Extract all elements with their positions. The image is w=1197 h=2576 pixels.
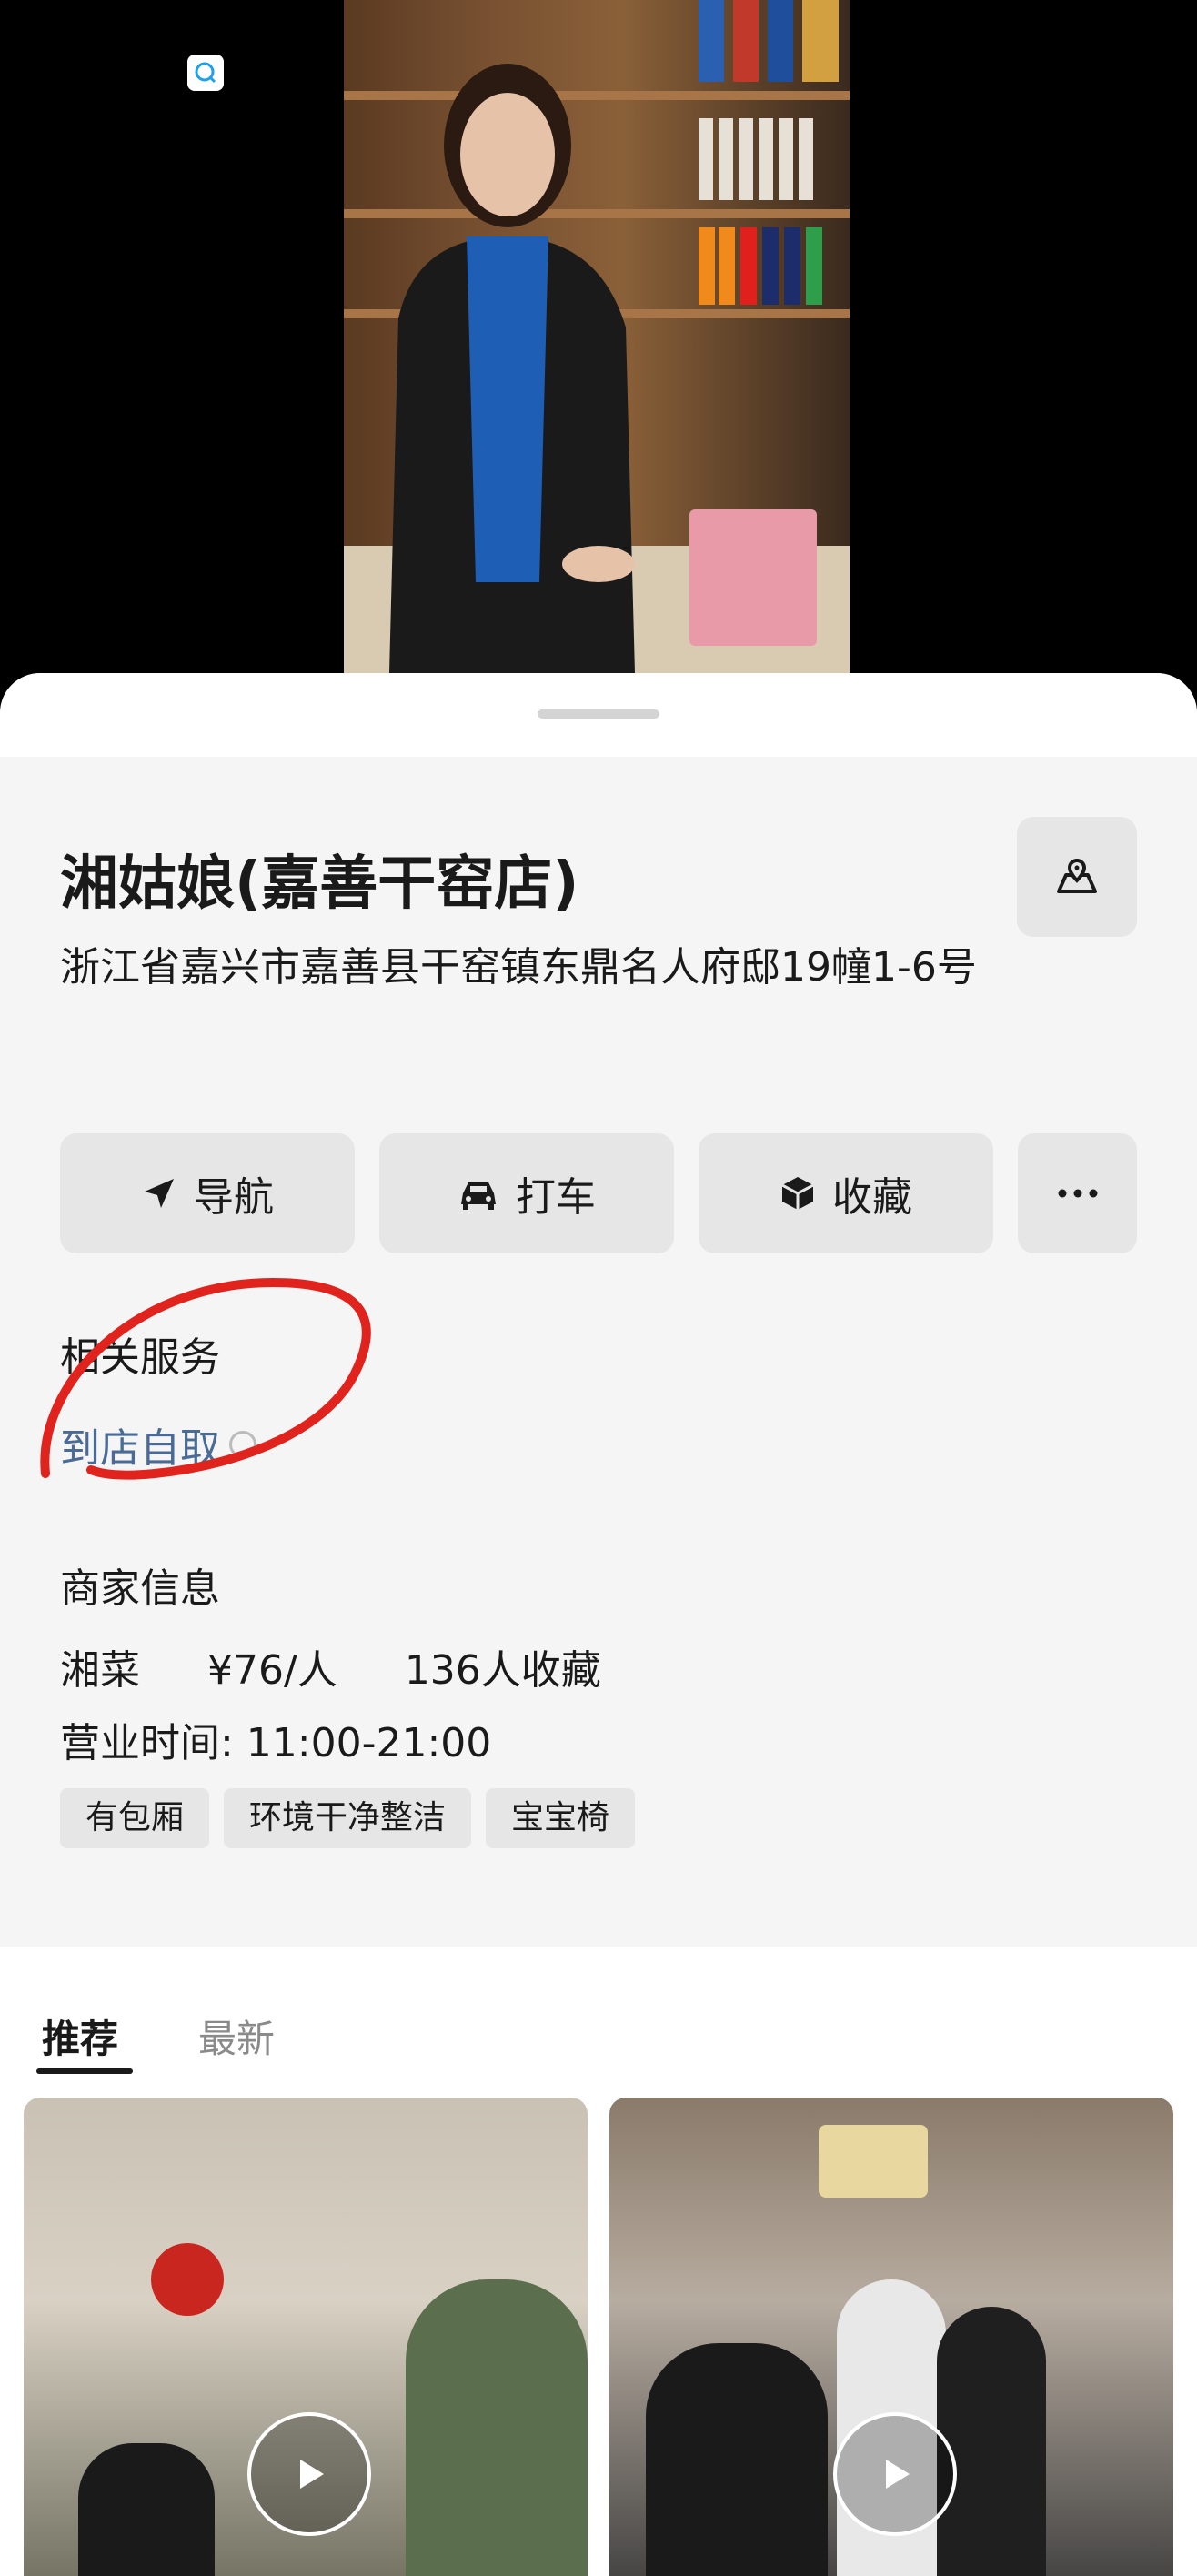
feature-tags: 有包厢 环境干净整洁 宝宝椅	[60, 1788, 636, 1848]
pickup-service-link[interactable]: 到店自取	[60, 1415, 256, 1474]
box-icon	[781, 1177, 814, 1210]
related-services-heading: 相关服务	[60, 1334, 220, 1381]
taxi-label: 打车	[516, 1174, 596, 1221]
favorite-label: 收藏	[832, 1174, 912, 1221]
car-icon	[461, 1182, 496, 1210]
store-detail-sheet: 湘姑娘(嘉善干窑店) 浙江省嘉兴市嘉善县干窑镇东鼎名人府邸19幢1-6号 导航 …	[0, 673, 1197, 2576]
taxi-button[interactable]: 打车	[379, 1133, 674, 1253]
more-button[interactable]	[1018, 1133, 1137, 1253]
tab-latest[interactable]: 最新	[198, 2008, 275, 2064]
video-card[interactable]	[24, 2098, 588, 2576]
business-hours: 营业时间: 11:00-21:00	[60, 1720, 492, 1766]
red-annotation-mark	[40, 1277, 371, 1480]
more-icon	[1058, 1189, 1097, 1198]
person-figure	[389, 64, 635, 673]
sheet-header[interactable]	[0, 673, 1197, 757]
cuisine: 湘菜	[60, 1647, 140, 1694]
action-bar: 导航 打车 收藏	[60, 1133, 1137, 1253]
map-pin-icon	[1057, 858, 1097, 893]
video-card[interactable]	[609, 2098, 1173, 2576]
chat-icon[interactable]	[187, 55, 224, 91]
price-per-person: ¥76/人	[207, 1647, 337, 1694]
store-name: 湘姑娘(嘉善干窑店)	[60, 850, 579, 918]
merchant-info-heading: 商家信息	[60, 1565, 220, 1612]
drag-handle[interactable]	[538, 709, 659, 719]
content-feed: 推荐 最新	[0, 1947, 1197, 2576]
navigate-label: 导航	[194, 1174, 274, 1221]
play-icon[interactable]	[833, 2412, 957, 2536]
tag-baby-chair: 宝宝椅	[486, 1788, 636, 1848]
store-address: 浙江省嘉兴市嘉善县干窑镇东鼎名人府邸19幢1-6号	[60, 944, 977, 991]
active-tab-indicator	[36, 2068, 133, 2074]
tab-recommended[interactable]: 推荐	[42, 2008, 118, 2064]
tag-clean-environment: 环境干净整洁	[224, 1788, 472, 1848]
merchant-summary: 湘菜 ¥76/人 136人收藏	[60, 1637, 656, 1696]
navigation-arrow-icon	[145, 1179, 174, 1208]
play-icon[interactable]	[247, 2412, 371, 2536]
video-player[interactable]	[0, 0, 1197, 691]
mini-program-icon	[229, 1431, 256, 1458]
pickup-service-label: 到店自取	[60, 1425, 220, 1472]
map-button[interactable]	[1017, 817, 1137, 937]
favorite-count: 136人收藏	[404, 1647, 601, 1694]
video-frame	[344, 0, 850, 673]
tag-private-room: 有包厢	[60, 1788, 210, 1848]
favorite-button[interactable]: 收藏	[699, 1133, 993, 1253]
navigate-button[interactable]: 导航	[60, 1133, 355, 1253]
